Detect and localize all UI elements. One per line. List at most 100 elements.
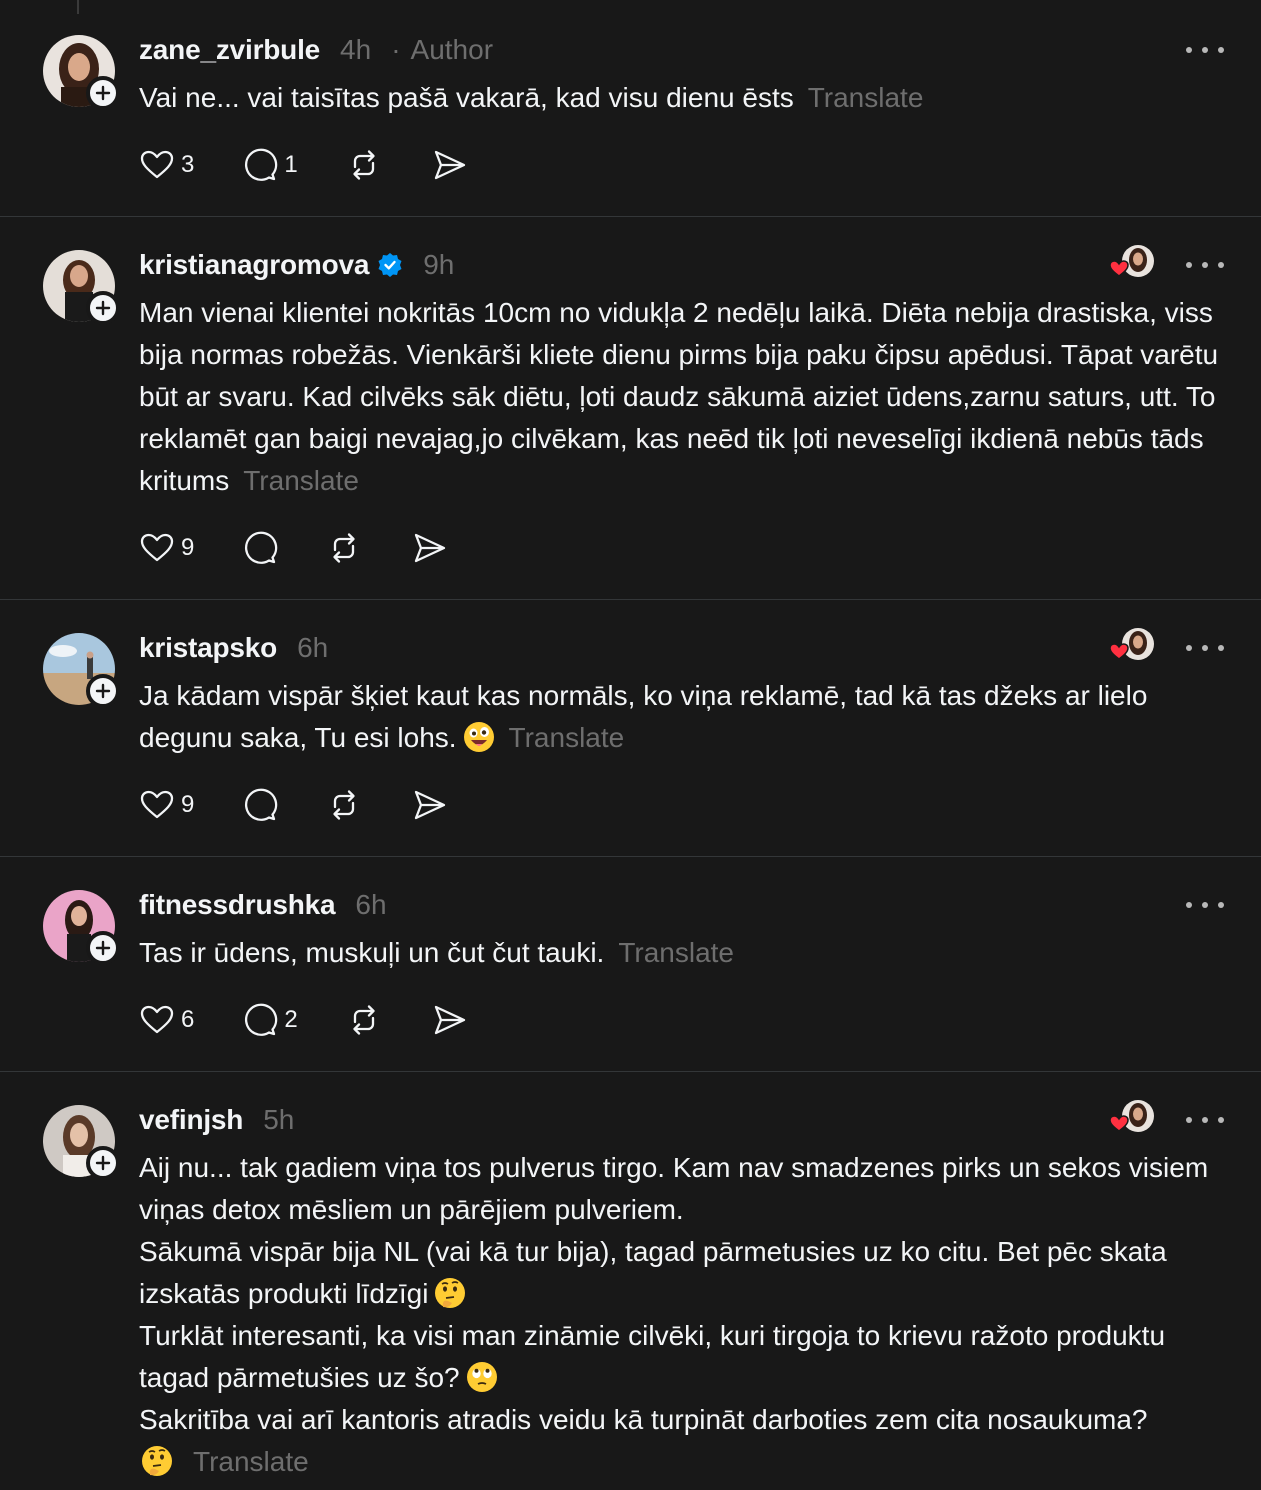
comment-icon [245, 531, 278, 564]
divider [0, 216, 1261, 217]
heart-icon [140, 150, 174, 179]
translate-link[interactable]: Translate [243, 465, 359, 496]
post-text: Aij nu... tak gadiem viņa tos pulverus t… [139, 1147, 1239, 1483]
post-text: Vai ne... vai taisītas pašā vakarā, kad … [139, 77, 1239, 119]
share-button[interactable] [432, 145, 468, 185]
divider [0, 1071, 1261, 1072]
post-time[interactable]: 9h [423, 249, 454, 281]
liked-by-author [1108, 628, 1156, 664]
more-button[interactable] [1186, 257, 1224, 273]
heart-icon [1109, 1115, 1129, 1132]
username[interactable]: vefinjsh [139, 1104, 243, 1136]
heart-icon [140, 1005, 174, 1034]
post-meta: kristianagromova 9h [139, 247, 454, 283]
repost-icon [353, 150, 375, 180]
more-icon [1186, 262, 1192, 268]
post-paragraph: Aij nu... tak gadiem viņa tos pulverus t… [139, 1152, 1209, 1225]
divider [0, 599, 1261, 600]
post-time[interactable]: 6h [355, 889, 386, 921]
comment-icon [245, 1003, 278, 1036]
post-actions: 3 1 [139, 145, 468, 185]
post-meta: zane_zvirbule 4h · Author [139, 32, 493, 68]
post-paragraph: Sākumā vispār bija NL (vai kā tur bija),… [139, 1236, 1167, 1309]
more-icon [1186, 645, 1192, 651]
like-button[interactable]: 9 [139, 528, 194, 568]
reply-button[interactable]: 1 [242, 145, 298, 185]
zany-face-emoji-icon [463, 722, 494, 752]
comment-icon [245, 148, 278, 181]
like-button[interactable]: 6 [139, 1000, 194, 1040]
heart-icon [1109, 643, 1129, 660]
more-icon [1186, 902, 1192, 908]
username[interactable]: kristapsko [139, 632, 277, 664]
more-button[interactable] [1186, 42, 1224, 58]
share-icon [434, 1005, 465, 1035]
post-actions: 9 [139, 785, 448, 825]
repost-icon [353, 1005, 375, 1035]
share-icon [434, 150, 465, 180]
share-icon [415, 790, 446, 820]
post-text: Man vienai klientei nokritās 10cm no vid… [139, 292, 1239, 502]
heart-icon [140, 790, 174, 819]
more-button[interactable] [1186, 1112, 1224, 1128]
translate-link[interactable]: Translate [618, 937, 734, 968]
follow-button[interactable] [86, 931, 120, 965]
follow-button[interactable] [86, 674, 120, 708]
follow-button[interactable] [86, 291, 120, 325]
more-button[interactable] [1186, 897, 1224, 913]
repost-button[interactable] [326, 528, 362, 568]
share-button[interactable] [412, 528, 448, 568]
username[interactable]: fitnessdrushka [139, 889, 336, 921]
post-paragraph: Tas ir ūdens, muskuļi un čut čut tauki. [139, 937, 605, 968]
thread-line [77, 0, 79, 14]
share-icon [415, 533, 446, 563]
reply-count: 2 [284, 1006, 298, 1033]
username[interactable]: kristianagromova [139, 249, 369, 281]
comment-icon [245, 788, 278, 821]
like-button[interactable]: 3 [139, 145, 194, 185]
more-icon [1186, 1117, 1192, 1123]
repost-icon [333, 533, 356, 563]
post-text: Ja kādam vispār šķiet kaut kas normāls, … [139, 675, 1239, 759]
plus-icon [95, 1155, 111, 1171]
reply-button[interactable] [242, 785, 278, 825]
reply-count: 1 [284, 151, 298, 178]
post-paragraph: Translate [139, 1441, 1239, 1483]
divider [0, 856, 1261, 857]
plus-icon [95, 940, 111, 956]
repost-button[interactable] [326, 785, 362, 825]
post-time[interactable]: 6h [297, 632, 328, 664]
like-button[interactable]: 9 [139, 785, 194, 825]
author-label: Author [410, 34, 494, 65]
translate-link[interactable]: Translate [808, 82, 924, 113]
reply-button[interactable]: 2 [242, 1000, 298, 1040]
translate-link[interactable]: Translate [193, 1446, 309, 1477]
post-time[interactable]: 4h [340, 34, 371, 66]
post-meta: vefinjsh 5h [139, 1102, 294, 1138]
liked-by-author [1108, 1100, 1156, 1136]
follow-button[interactable] [86, 1146, 120, 1180]
like-count: 9 [181, 534, 195, 561]
post-meta: fitnessdrushka 6h [139, 887, 387, 923]
reply-button[interactable] [242, 528, 278, 568]
thinking-face-emoji-icon [142, 1446, 172, 1476]
post-paragraph: Ja kādam vispār šķiet kaut kas normāls, … [139, 680, 1148, 753]
heart-icon [1109, 260, 1129, 277]
repost-button[interactable] [346, 1000, 382, 1040]
post-actions: 9 [139, 528, 448, 568]
share-button[interactable] [432, 1000, 468, 1040]
post-time[interactable]: 5h [263, 1104, 294, 1136]
post-meta: kristapsko 6h [139, 630, 328, 666]
more-button[interactable] [1186, 640, 1224, 656]
rolling-eyes-emoji-icon [466, 1362, 497, 1392]
username[interactable]: zane_zvirbule [139, 34, 320, 66]
follow-button[interactable] [86, 76, 120, 110]
repost-button[interactable] [346, 145, 382, 185]
plus-icon [95, 300, 111, 316]
translate-link[interactable]: Translate [509, 722, 625, 753]
share-button[interactable] [412, 785, 448, 825]
thinking-face-emoji-icon [435, 1278, 466, 1308]
post-paragraph: Turklāt interesanti, ka visi man zināmie… [139, 1320, 1166, 1393]
separator: · [391, 34, 401, 65]
like-count: 6 [181, 1006, 195, 1033]
